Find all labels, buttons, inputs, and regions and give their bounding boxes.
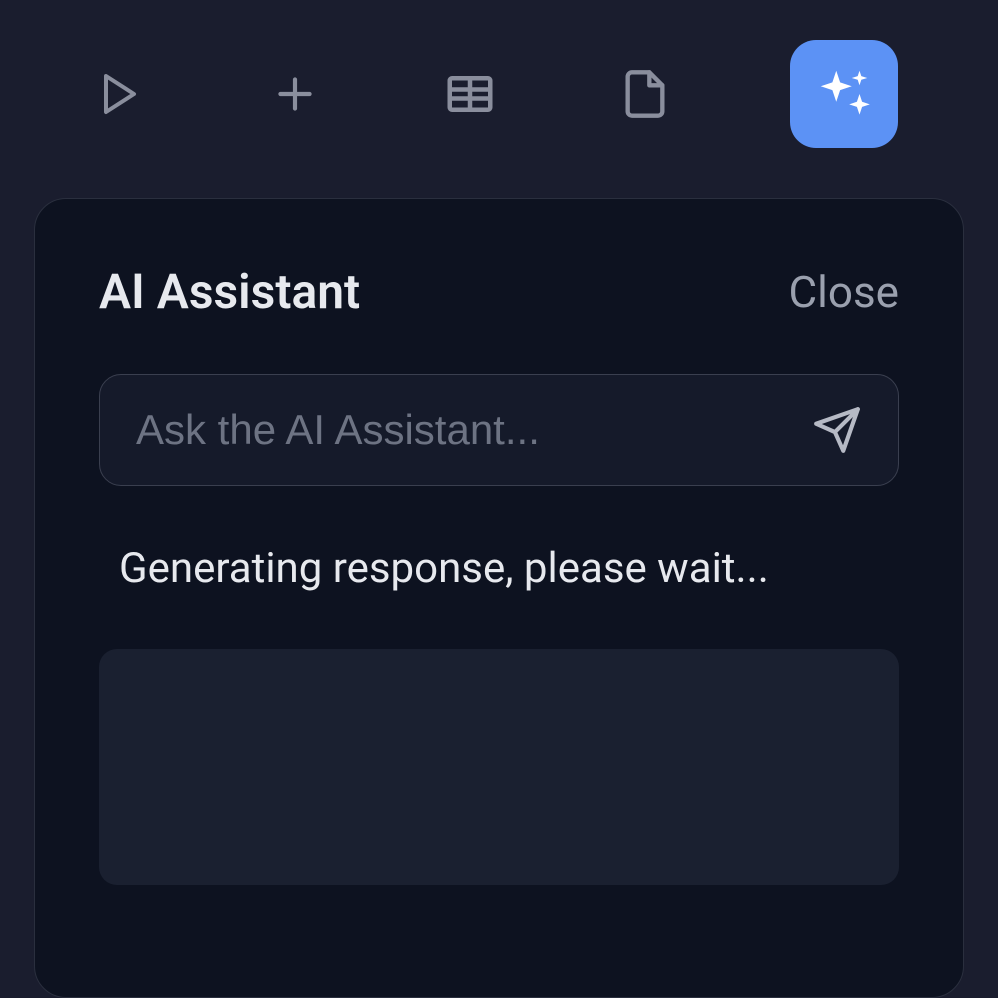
- response-placeholder: [99, 649, 899, 885]
- ai-prompt-input[interactable]: [136, 406, 812, 454]
- table-icon: [443, 67, 497, 121]
- play-icon: [96, 70, 144, 118]
- toolbar: [0, 0, 998, 188]
- ai-assistant-button[interactable]: [790, 40, 898, 148]
- close-button[interactable]: Close: [789, 266, 899, 318]
- send-button[interactable]: [812, 405, 862, 455]
- ai-assistant-panel: AI Assistant Close Generating response, …: [34, 198, 964, 998]
- add-button[interactable]: [265, 64, 325, 124]
- panel-title: AI Assistant: [99, 263, 360, 320]
- file-button[interactable]: [615, 64, 675, 124]
- play-button[interactable]: [90, 64, 150, 124]
- sparkles-icon: [813, 63, 875, 125]
- status-text: Generating response, please wait...: [119, 544, 899, 593]
- file-icon: [619, 68, 671, 120]
- input-row: [99, 374, 899, 486]
- send-icon: [812, 405, 862, 455]
- plus-icon: [270, 69, 320, 119]
- table-button[interactable]: [440, 64, 500, 124]
- panel-header: AI Assistant Close: [99, 263, 899, 320]
